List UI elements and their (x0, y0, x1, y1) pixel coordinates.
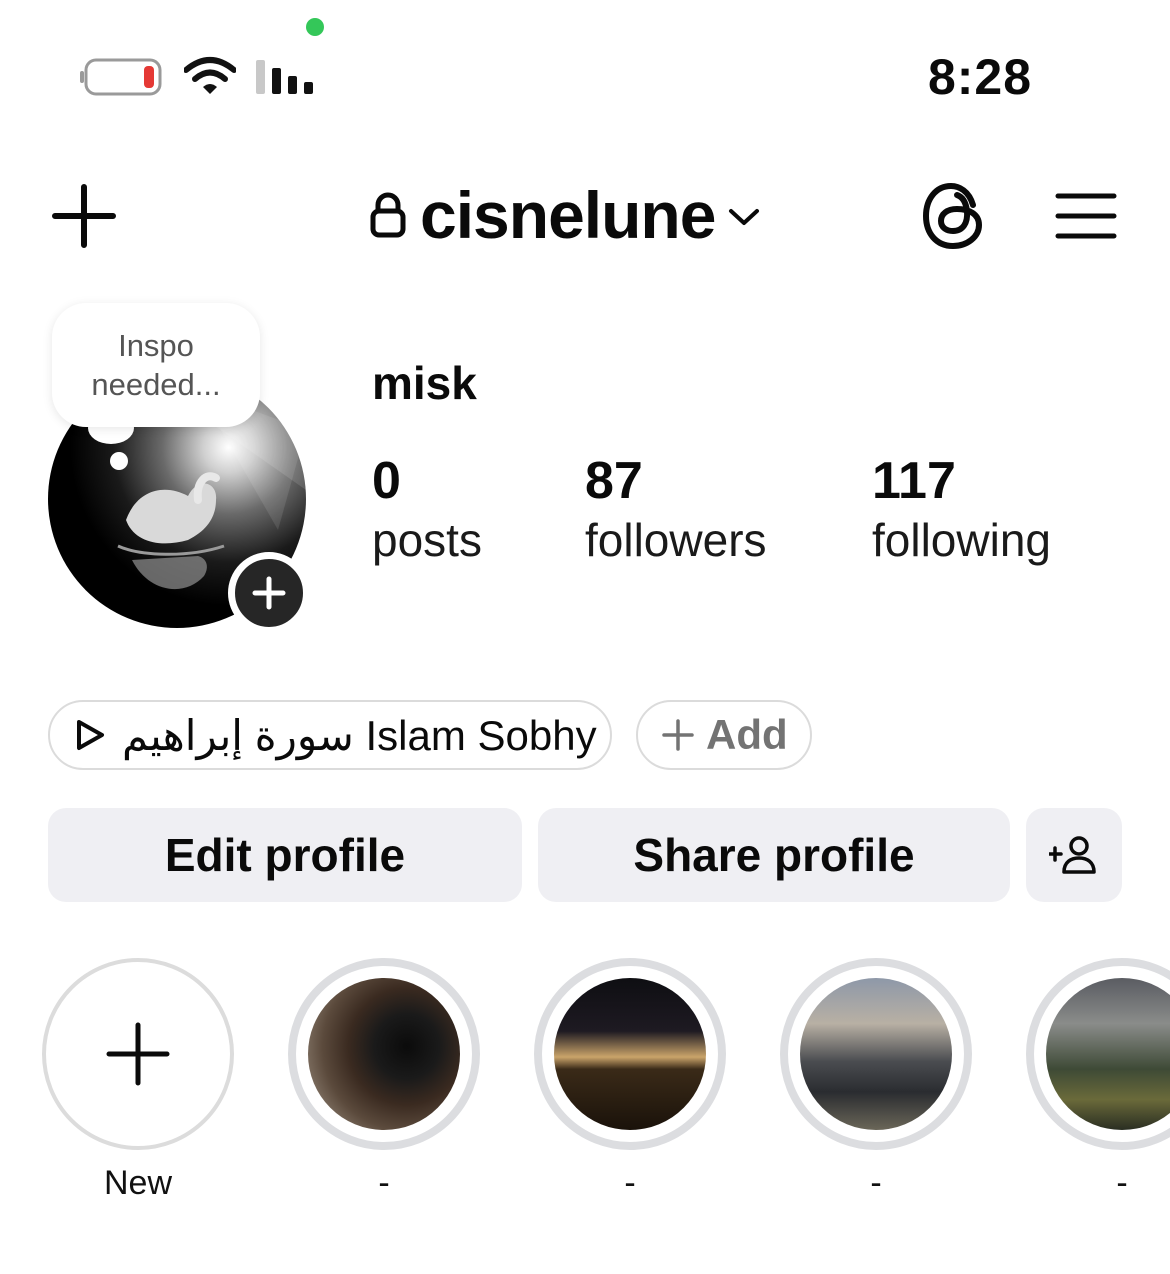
add-link-chip[interactable]: Add (636, 700, 812, 770)
username: cisnelune (420, 178, 716, 252)
followers-stat[interactable]: 87 followers (585, 450, 767, 568)
discover-people-button[interactable] (1026, 808, 1122, 902)
plus-icon (52, 184, 116, 248)
highlight-label: - (870, 1164, 882, 1202)
hamburger-menu-icon (1055, 193, 1117, 239)
highlight-cover-image (554, 978, 706, 1130)
plus-icon (662, 719, 694, 751)
highlight-label: - (624, 1164, 636, 1202)
status-bar: 8:28 (0, 0, 1170, 130)
note-bubble[interactable]: Inspo needed... (52, 303, 260, 427)
highlight-cover-image (800, 978, 952, 1130)
posts-count: 0 (372, 452, 401, 510)
posts-label: posts (372, 514, 482, 566)
highlight-label: - (1116, 1164, 1128, 1202)
menu-button[interactable] (1046, 180, 1126, 252)
posts-stat[interactable]: 0 posts (372, 450, 482, 568)
highlight-cover-image (308, 978, 460, 1130)
threads-icon (922, 182, 983, 250)
highlight-ring (288, 958, 480, 1150)
highlight-ring (1026, 958, 1170, 1150)
add-person-icon (1049, 836, 1096, 874)
status-time: 8:28 (927, 49, 1033, 105)
add-label: Add (706, 711, 788, 758)
display-name: misk (372, 357, 477, 409)
highlight-ring (780, 958, 972, 1150)
note-text: Inspo needed... (91, 328, 221, 402)
create-button[interactable] (44, 180, 124, 252)
threads-button[interactable] (912, 178, 996, 254)
add-story-button[interactable] (228, 552, 310, 634)
cellular-signal-icon (256, 60, 313, 94)
profile-music-text: سورة إبراهيم Islam Sobhy (122, 711, 597, 759)
following-count: 117 (872, 452, 956, 510)
edit-profile-button[interactable]: Edit profile (48, 808, 522, 902)
battery-icon (80, 58, 162, 96)
highlight-cover-image (1046, 978, 1170, 1130)
followers-count: 87 (585, 452, 643, 510)
play-icon (77, 720, 104, 750)
plus-icon (252, 576, 286, 610)
highlight-item[interactable]: - (288, 958, 480, 1203)
share-profile-button[interactable]: Share profile (538, 808, 1010, 902)
lock-icon (370, 192, 406, 238)
privacy-indicator-dot (306, 18, 324, 36)
followers-label: followers (585, 514, 767, 566)
plus-icon (106, 1022, 170, 1086)
highlight-item[interactable]: - (780, 958, 972, 1203)
highlight-ring (534, 958, 726, 1150)
profile-music-chip[interactable]: سورة إبراهيم Islam Sobhy (48, 700, 612, 770)
highlight-new[interactable]: New (42, 958, 234, 1203)
profile-header: cisnelune (0, 160, 1170, 270)
wifi-icon (184, 57, 236, 94)
note-bubble-dot (110, 452, 128, 470)
following-label: following (872, 514, 1051, 566)
following-stat[interactable]: 117 following (872, 450, 1051, 568)
chevron-down-icon (729, 209, 760, 225)
new-highlight-ring (42, 958, 234, 1150)
highlight-item[interactable]: - (534, 958, 726, 1203)
highlight-label: New (103, 1164, 173, 1202)
account-switcher[interactable]: cisnelune (370, 170, 761, 260)
highlight-label: - (378, 1164, 390, 1202)
highlight-item[interactable]: - (1026, 958, 1170, 1203)
